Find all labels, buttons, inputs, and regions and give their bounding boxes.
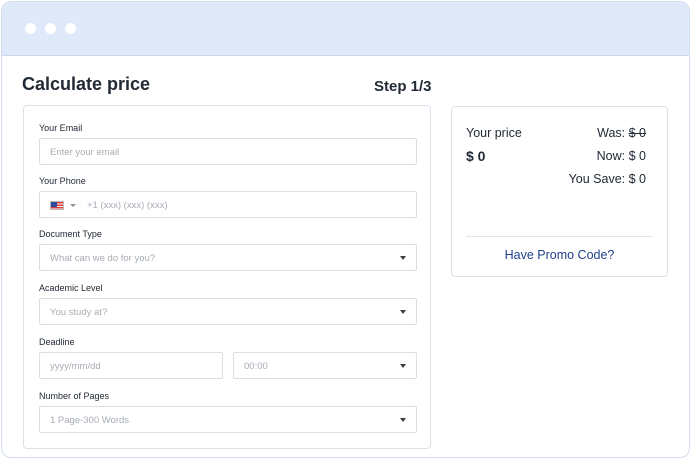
window-dot-icon xyxy=(45,23,56,34)
document-type-label: Document Type xyxy=(39,229,102,239)
was-label: Was: xyxy=(597,126,626,140)
deadline-label: Deadline xyxy=(39,337,75,347)
step-indicator: Step 1/3 xyxy=(374,78,432,95)
deadline-date-field[interactable]: yyyy/mm/dd xyxy=(39,352,223,379)
deadline-time-select[interactable]: 00:00 xyxy=(233,352,417,379)
price-summary: Your price $ 0 Was: $ 0 Now: $ 0 You Sav… xyxy=(451,106,668,277)
window-dot-icon xyxy=(25,23,36,34)
window-titlebar xyxy=(2,2,689,56)
chevron-down-icon[interactable] xyxy=(70,204,76,207)
phone-placeholder: +1 (xxx) (xxx) (xxx) xyxy=(87,200,168,211)
us-flag-icon[interactable] xyxy=(50,201,64,210)
document-type-select[interactable]: What can we do for you? xyxy=(39,244,417,271)
deadline-date-placeholder: yyyy/mm/dd xyxy=(50,361,101,372)
academic-level-select[interactable]: You study at? xyxy=(39,298,417,325)
email-field[interactable]: Enter your email xyxy=(39,138,417,165)
chevron-down-icon xyxy=(400,418,406,422)
price-value: $ 0 xyxy=(466,148,486,164)
was-value: $ 0 xyxy=(628,126,646,140)
phone-label: Your Phone xyxy=(39,176,86,186)
document-type-placeholder: What can we do for you? xyxy=(50,253,156,264)
browser-window: Calculate price Step 1/3 Your Email Ente… xyxy=(1,1,690,458)
page-title: Calculate price xyxy=(22,74,151,94)
email-label: Your Email xyxy=(39,123,83,133)
your-price-label: Your price xyxy=(466,126,522,140)
academic-level-label: Academic Level xyxy=(39,283,103,293)
email-placeholder: Enter your email xyxy=(50,147,120,158)
pages-select[interactable]: 1 Page-300 Words xyxy=(39,406,417,433)
window-dot-icon xyxy=(65,23,76,34)
was-price: Was: $ 0 xyxy=(597,126,646,140)
pages-placeholder: 1 Page-300 Words xyxy=(50,415,130,426)
you-save: You Save: $ 0 xyxy=(568,172,646,186)
chevron-down-icon xyxy=(400,256,406,260)
chevron-down-icon xyxy=(400,310,406,314)
divider xyxy=(466,236,653,237)
phone-field[interactable]: +1 (xxx) (xxx) (xxx) xyxy=(39,191,417,218)
pages-label: Number of Pages xyxy=(39,391,110,401)
academic-level-placeholder: You study at? xyxy=(50,307,108,318)
price-form: Your Email Enter your email Your Phone +… xyxy=(23,105,431,449)
deadline-time-placeholder: 00:00 xyxy=(244,361,268,372)
chevron-down-icon xyxy=(400,364,406,368)
promo-code-link[interactable]: Have Promo Code? xyxy=(452,248,667,262)
now-price: Now: $ 0 xyxy=(596,149,646,163)
